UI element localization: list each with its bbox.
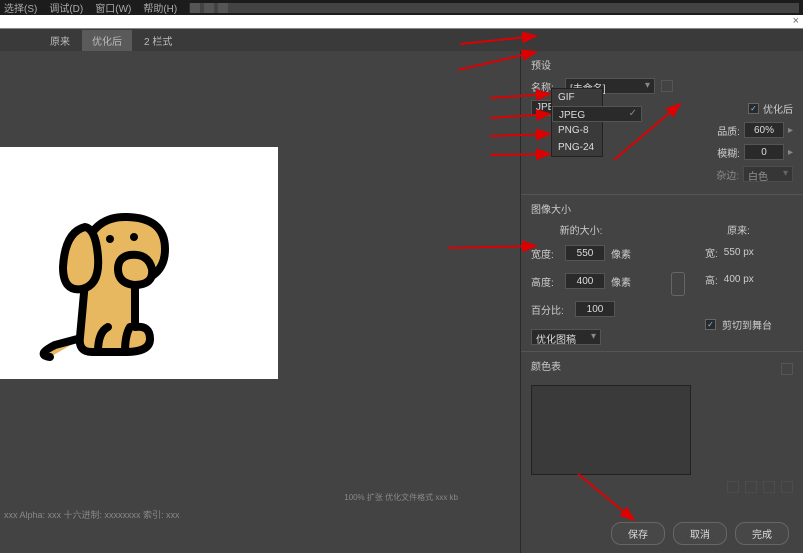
width-unit: 像素: [611, 246, 631, 261]
clip-label: 剪切到舞台: [722, 317, 772, 332]
quality-stepper-icon[interactable]: ▸: [788, 125, 793, 136]
quality-label: 品质:: [717, 123, 740, 138]
imgsize-section-title: 图像大小: [531, 201, 793, 216]
height-label: 高度:: [531, 274, 559, 289]
resample-select[interactable]: 优化图稿: [531, 329, 601, 345]
matte-select: 白色: [743, 166, 793, 182]
canvas: [0, 147, 278, 379]
blur-input[interactable]: [744, 144, 784, 160]
orig-height-label: 高:: [705, 272, 718, 287]
orig-width-label: 宽:: [705, 245, 718, 260]
dialog-header: ×: [0, 15, 803, 29]
percent-input[interactable]: [575, 301, 615, 317]
min-icon[interactable]: [190, 3, 200, 13]
dialog-close-icon[interactable]: ×: [793, 15, 799, 27]
palette-tool-3-icon[interactable]: [763, 481, 775, 493]
menu-window[interactable]: 窗口(W): [95, 0, 131, 15]
matte-label: 杂边:: [716, 167, 739, 182]
format-option-jpeg[interactable]: JPEG: [552, 106, 642, 122]
height-unit: 像素: [611, 274, 631, 289]
preset-options-icon[interactable]: [661, 80, 673, 92]
tab-2up[interactable]: 2 栏式: [134, 30, 182, 51]
width-label: 宽度:: [531, 246, 559, 261]
palette-tool-1-icon[interactable]: [727, 481, 739, 493]
optimized-checkbox[interactable]: ✓: [748, 103, 759, 114]
preview-pane: 100% 扩张 优化文件格式 xxx kb xxx Alpha: xxx 十六进…: [0, 51, 520, 553]
format-option-gif[interactable]: GIF: [552, 89, 602, 106]
format-option-png8[interactable]: PNG-8: [552, 122, 602, 139]
palette-trash-icon[interactable]: [781, 481, 793, 493]
percent-label: 百分比:: [531, 302, 569, 317]
view-tabs: 原来 优化后 2 栏式: [0, 29, 803, 51]
clip-checkbox[interactable]: ✓: [705, 319, 716, 330]
dialog-buttons: 保存 取消 完成: [611, 522, 789, 545]
orig-width-value: 550 px: [724, 247, 754, 258]
close-icon[interactable]: [218, 3, 228, 13]
quality-input[interactable]: [744, 122, 784, 138]
save-button[interactable]: 保存: [611, 522, 665, 545]
app-menubar: 选择(S) 调试(D) 窗口(W) 帮助(H): [0, 0, 803, 15]
width-input[interactable]: [565, 245, 605, 261]
blur-stepper-icon[interactable]: ▸: [788, 147, 793, 158]
pixel-info: xxx Alpha: xxx 十六进制: xxxxxxxx 索引: xxx: [4, 508, 180, 521]
file-info: 100% 扩张 优化文件格式 xxx kb: [344, 493, 458, 503]
palette-tool-2-icon[interactable]: [745, 481, 757, 493]
newsize-header: 新的大小:: [531, 222, 631, 237]
preset-section-title: 预设: [531, 57, 793, 72]
orig-height-value: 400 px: [724, 274, 754, 285]
blur-label: 模糊:: [717, 145, 740, 160]
link-dimensions-icon[interactable]: [671, 272, 685, 296]
format-option-png24[interactable]: PNG-24: [552, 139, 602, 156]
origsize-header: 原来:: [705, 222, 772, 237]
menu-help[interactable]: 帮助(H): [143, 0, 177, 15]
menu-select[interactable]: 选择(S): [4, 0, 37, 15]
menu-debug[interactable]: 调试(D): [49, 0, 83, 15]
cancel-button[interactable]: 取消: [673, 522, 727, 545]
done-button[interactable]: 完成: [735, 522, 789, 545]
format-dropdown: GIF JPEG PNG-8 PNG-24: [551, 88, 603, 157]
color-table[interactable]: [531, 385, 691, 475]
palette-section-title: 颜色表: [531, 358, 561, 373]
tab-original[interactable]: 原来: [40, 30, 80, 51]
height-input[interactable]: [565, 273, 605, 289]
tab-optimized[interactable]: 优化后: [82, 30, 132, 51]
optimized-label: 优化后: [763, 101, 793, 116]
dog-illustration: [30, 177, 200, 367]
palette-options-icon[interactable]: [781, 363, 793, 375]
max-icon[interactable]: [204, 3, 214, 13]
